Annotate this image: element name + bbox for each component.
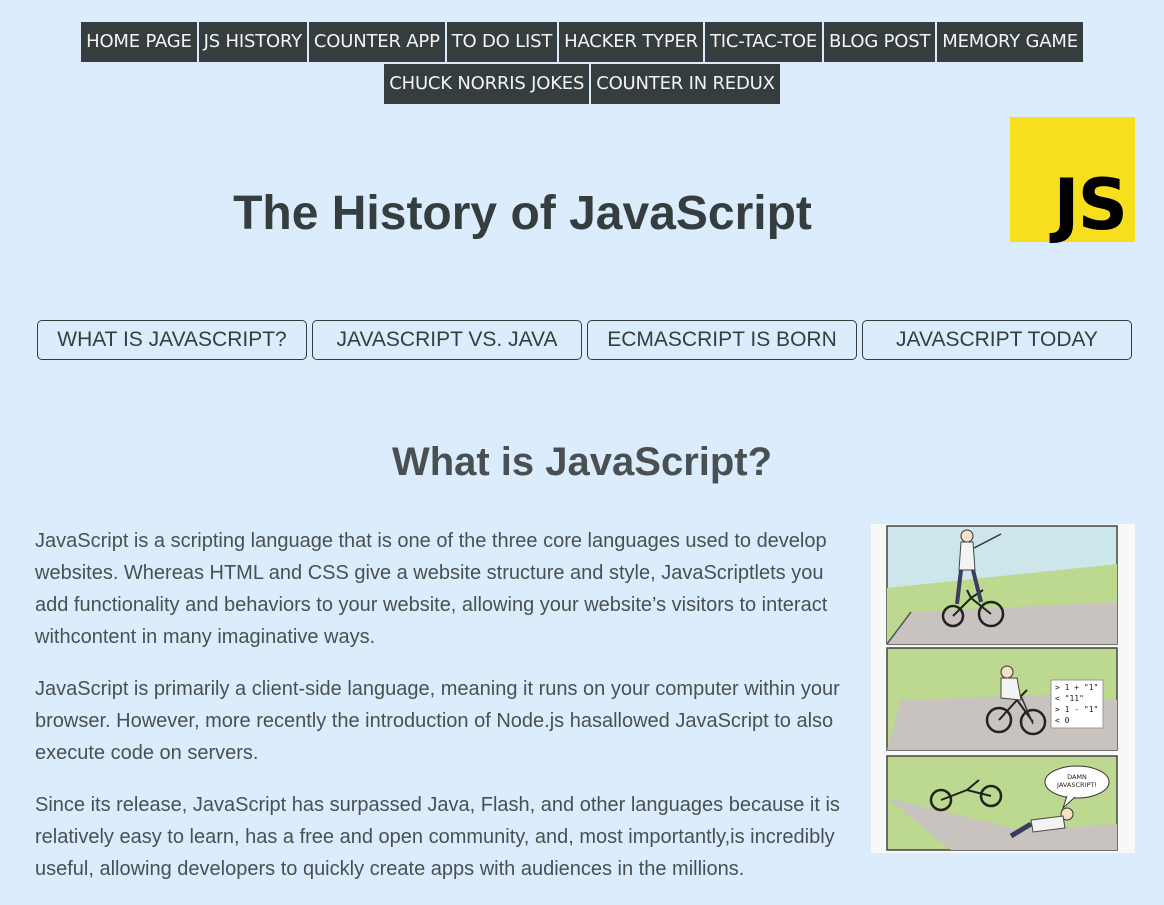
tab-javascript-today[interactable]: JAVASCRIPT TODAY <box>862 320 1132 360</box>
console-line: > 1 + "1" <box>1055 683 1098 692</box>
nav-js-history[interactable]: JS HISTORY <box>198 22 307 62</box>
comic-illustration: > 1 + "1" < "11" > 1 - "1" < 0 DAMN JAVA… <box>886 525 1118 851</box>
tab-javascript-vs-java[interactable]: JAVASCRIPT VS. JAVA <box>312 320 582 360</box>
nav-chuck-norris-jokes[interactable]: CHUCK NORRIS JOKES <box>384 64 590 104</box>
speech-text-line-1: DAMN <box>1067 773 1087 781</box>
nav-counter-in-redux[interactable]: COUNTER IN REDUX <box>591 64 780 104</box>
page-title: The History of JavaScript <box>233 187 812 240</box>
comic-panel-3: DAMN JAVASCRIPT! <box>886 755 1118 851</box>
bike-meme-comic-image: > 1 + "1" < "11" > 1 - "1" < 0 DAMN JAVA… <box>871 524 1135 853</box>
nav-counter-app[interactable]: COUNTER APP <box>308 22 445 62</box>
tab-ecmascript-is-born[interactable]: ECMASCRIPT IS BORN <box>587 320 857 360</box>
paragraph: JavaScript is a scripting language that … <box>35 530 828 648</box>
console-line: < "11" <box>1055 694 1084 703</box>
speech-text-line-2: JAVASCRIPT! <box>1056 781 1097 789</box>
nav-to-do-list[interactable]: TO DO LIST <box>446 22 558 62</box>
nav-tic-tac-toe[interactable]: TIC-TAC-TOE <box>704 22 823 62</box>
paragraph: JavaScript is primarily a client-side la… <box>35 678 840 764</box>
top-nav: HOME PAGE JS HISTORY COUNTER APP TO DO L… <box>0 22 1164 104</box>
nav-home-page[interactable]: HOME PAGE <box>81 22 197 62</box>
section-content: JavaScript is a scripting language that … <box>35 525 850 905</box>
js-logo-text: JS <box>1053 164 1128 246</box>
js-logo: JS <box>1010 117 1135 242</box>
nav-blog-post[interactable]: BLOG POST <box>824 22 936 62</box>
section-tabs: WHAT IS JAVASCRIPT? JAVASCRIPT VS. JAVA … <box>37 320 1132 360</box>
console-line: > 1 - "1" <box>1055 705 1098 714</box>
nav-memory-game[interactable]: MEMORY GAME <box>937 22 1083 62</box>
tab-what-is-javascript[interactable]: WHAT IS JAVASCRIPT? <box>37 320 307 360</box>
comic-panel-2: > 1 + "1" < "11" > 1 - "1" < 0 <box>886 647 1118 751</box>
console-line: < 0 <box>1055 716 1070 725</box>
paragraph: Since its release, JavaScript has surpas… <box>35 794 840 880</box>
section-title: What is JavaScript? <box>391 440 773 484</box>
comic-panel-1 <box>886 525 1118 645</box>
nav-hacker-typer[interactable]: HACKER TYPER <box>559 22 703 62</box>
